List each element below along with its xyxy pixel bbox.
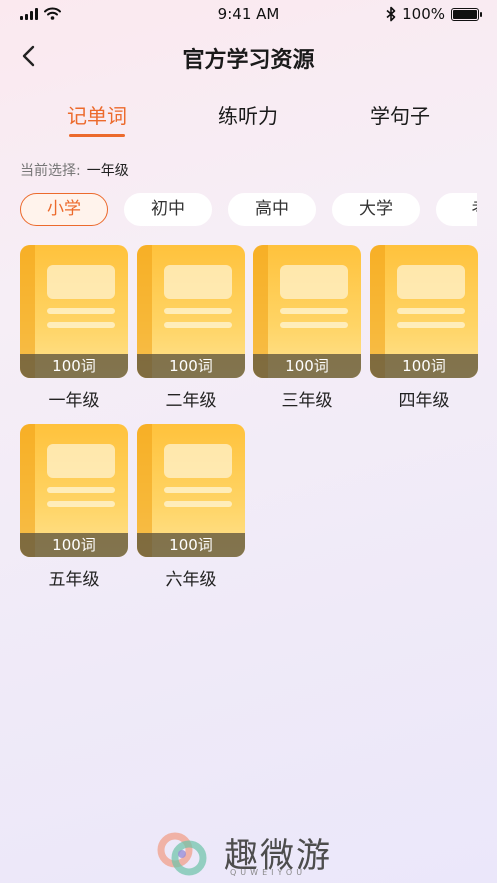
book-cover: 100词 <box>20 245 128 378</box>
current-selection: 当前选择: 一年级 <box>20 160 129 180</box>
book-title: 三年级 <box>281 391 333 411</box>
book-cover: 100词 <box>137 424 245 557</box>
book-word-count: 100词 <box>253 354 361 378</box>
tab-bar: 记单词 练听力 学句子 <box>0 100 497 144</box>
book-title: 六年级 <box>165 570 217 590</box>
level-chip-university[interactable]: 大学 <box>332 193 420 226</box>
book-card[interactable]: 100词 三年级 <box>253 245 361 411</box>
book-title: 一年级 <box>48 391 100 411</box>
book-word-count: 100词 <box>20 354 128 378</box>
book-title: 四年级 <box>398 391 450 411</box>
book-card[interactable]: 100词 四年级 <box>370 245 478 411</box>
brand-watermark: 趣微游 QUWEIYOU <box>0 820 497 880</box>
book-cover: 100词 <box>370 245 478 378</box>
book-word-count: 100词 <box>20 533 128 557</box>
book-title: 二年级 <box>165 391 217 411</box>
nav-bar: 官方学习资源 <box>0 36 497 76</box>
tab-active-indicator <box>69 134 125 137</box>
current-selection-value: 一年级 <box>86 163 129 179</box>
book-cover: 100词 <box>137 245 245 378</box>
level-chips: 小学初中高中大学考 <box>20 193 477 227</box>
current-selection-label: 当前选择: <box>20 163 81 179</box>
brand-subtitle: QUWEIYOU <box>230 868 307 877</box>
book-card[interactable]: 100词 一年级 <box>20 245 128 411</box>
tab-listening[interactable]: 练听力 <box>217 100 279 129</box>
tab-words-label: 记单词 <box>67 104 127 128</box>
book-card[interactable]: 100词 五年级 <box>20 424 128 590</box>
book-card[interactable]: 100词 二年级 <box>137 245 245 411</box>
book-word-count: 100词 <box>137 533 245 557</box>
book-cover: 100词 <box>253 245 361 378</box>
bluetooth-icon <box>386 6 396 22</box>
book-word-count: 100词 <box>137 354 245 378</box>
battery-percent: 100% <box>402 5 445 23</box>
brand-logo-icon <box>157 832 207 876</box>
status-right: 100% <box>386 5 482 23</box>
tab-listening-label: 练听力 <box>218 104 278 128</box>
tab-sentences-label: 学句子 <box>370 104 430 128</box>
battery-level <box>453 9 477 19</box>
level-chip-exam[interactable]: 考 <box>436 193 477 226</box>
level-chip-primary[interactable]: 小学 <box>20 193 108 226</box>
book-cover: 100词 <box>20 424 128 557</box>
book-title: 五年级 <box>48 570 100 590</box>
book-card[interactable]: 100词 六年级 <box>137 424 245 590</box>
level-chip-junior[interactable]: 初中 <box>124 193 212 226</box>
page-title: 官方学习资源 <box>182 48 315 73</box>
level-chip-senior[interactable]: 高中 <box>228 193 316 226</box>
status-bar: 9:41 AM 100% <box>0 0 497 30</box>
tab-sentences[interactable]: 学句子 <box>369 100 431 129</box>
book-word-count: 100词 <box>370 354 478 378</box>
battery-icon <box>451 7 482 21</box>
tab-words[interactable]: 记单词 <box>66 100 128 137</box>
